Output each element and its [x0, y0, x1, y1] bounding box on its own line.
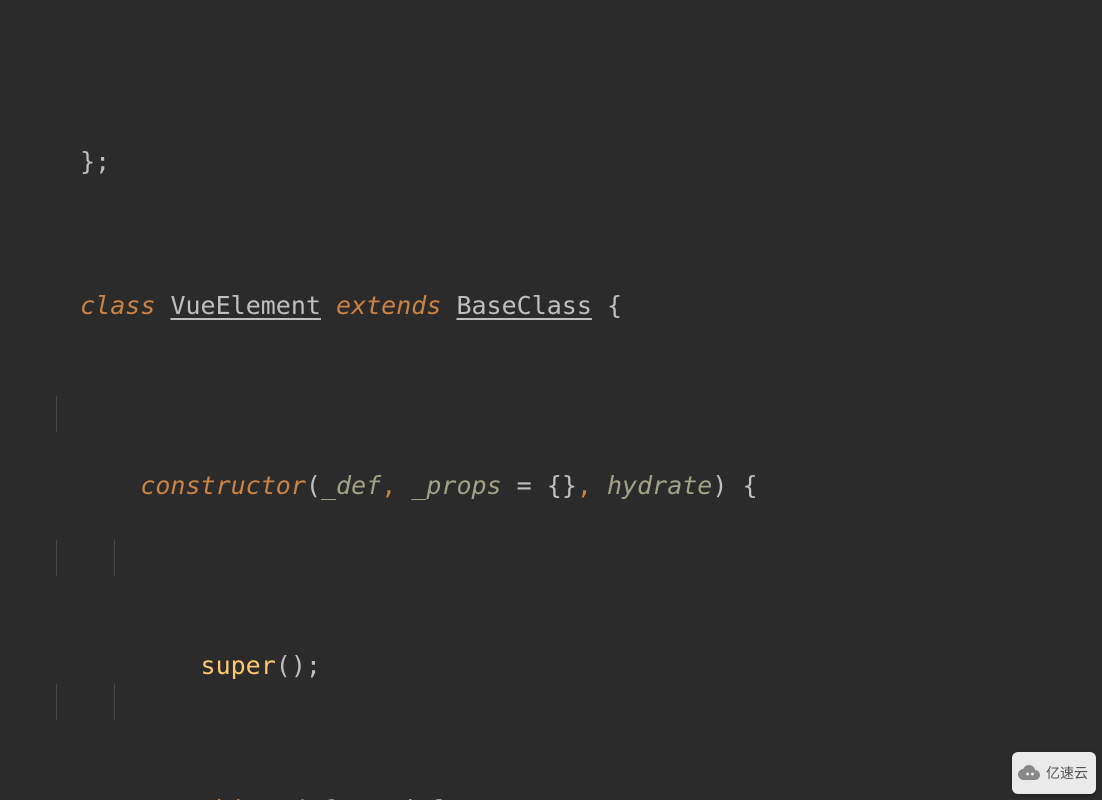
code-line[interactable]: constructor(_def, _props = {}, hydrate) …	[0, 396, 1102, 432]
param: _def	[321, 471, 381, 500]
empty-obj: {}	[547, 471, 577, 500]
base-class-name: BaseClass	[456, 291, 591, 320]
keyword-this: this	[201, 795, 261, 800]
equals: =	[502, 471, 547, 500]
code-editor[interactable]: }; class VueElement extends BaseClass { …	[0, 0, 1102, 800]
param: hydrate	[607, 471, 712, 500]
keyword-class: class	[80, 291, 155, 320]
call: ();	[276, 651, 321, 680]
brace: {	[727, 471, 757, 500]
property: _def	[276, 795, 336, 800]
cloud-icon	[1018, 765, 1040, 781]
code-line[interactable]: super();	[0, 540, 1102, 576]
keyword-extends: extends	[336, 291, 441, 320]
param: _props	[411, 471, 501, 500]
watermark: 亿速云	[1012, 752, 1096, 794]
paren: )	[712, 471, 727, 500]
brace: {	[592, 291, 622, 320]
keyword-super: super	[201, 651, 276, 680]
code-line[interactable]: };	[0, 108, 1102, 144]
paren: (	[306, 471, 321, 500]
comma: ,	[381, 471, 411, 500]
comma: ,	[577, 471, 607, 500]
equals: =	[336, 795, 381, 800]
class-name: VueElement	[170, 291, 321, 320]
semicolon: ;	[441, 795, 456, 800]
identifier: _def	[381, 795, 441, 800]
watermark-text: 亿速云	[1046, 755, 1088, 791]
code-line[interactable]: this._def = _def;	[0, 684, 1102, 720]
keyword-constructor: constructor	[140, 471, 306, 500]
dot: .	[261, 795, 276, 800]
code-line[interactable]: class VueElement extends BaseClass {	[0, 252, 1102, 288]
token: };	[80, 147, 110, 176]
